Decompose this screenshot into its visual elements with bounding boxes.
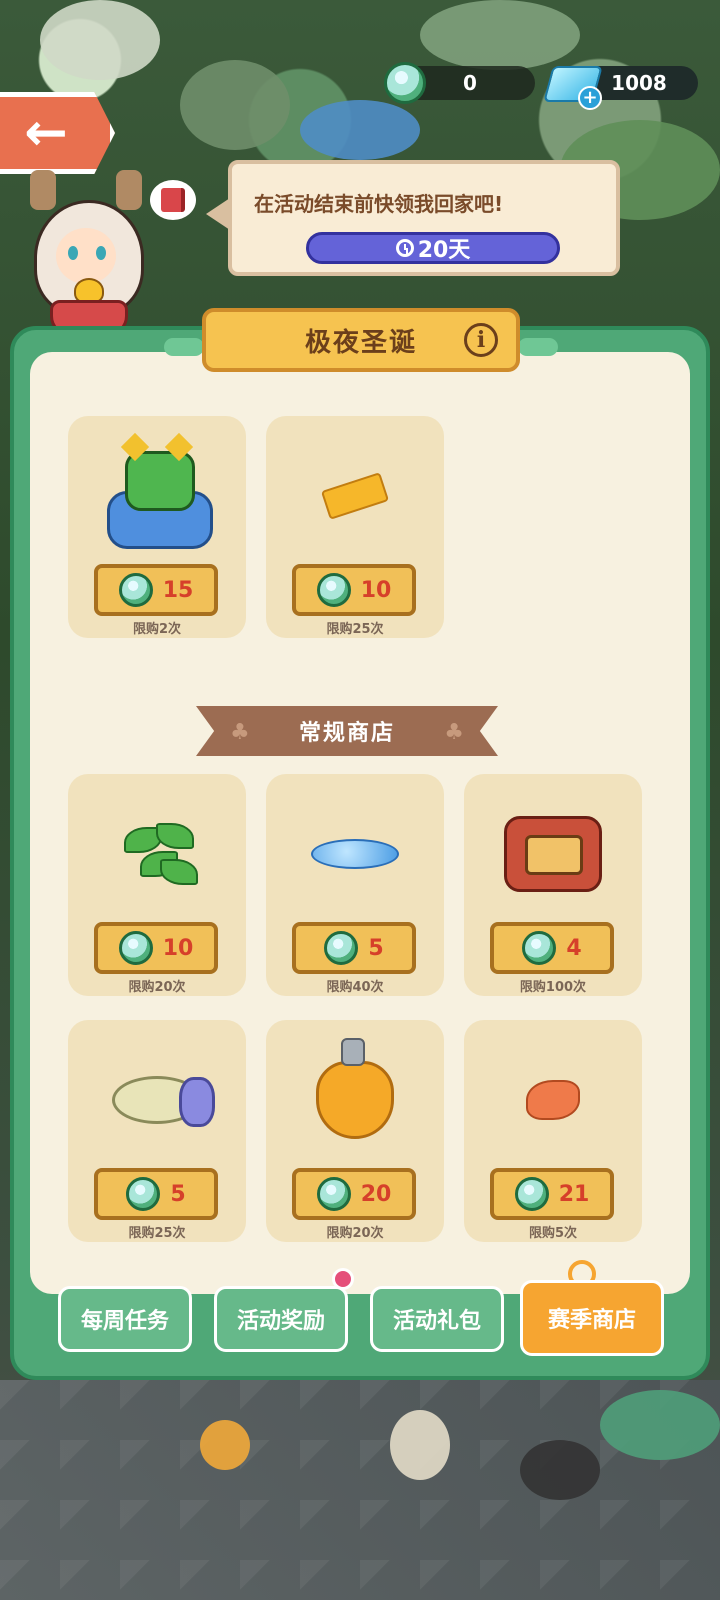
purchase-limit: 限购25次 bbox=[128, 1226, 186, 1241]
ticket-icon bbox=[320, 472, 390, 520]
title-plate-wing bbox=[164, 338, 204, 356]
seed-currency-icon bbox=[316, 1177, 351, 1211]
item-art bbox=[464, 1040, 642, 1160]
shop-item-windup-duck[interactable]: 20 限购20次 bbox=[266, 1020, 444, 1242]
tab-weekly-tasks[interactable]: 每周任务 bbox=[58, 1286, 192, 1352]
item-art bbox=[68, 1040, 246, 1160]
event-timer: 20天 bbox=[306, 232, 560, 264]
item-price: 15 bbox=[162, 577, 194, 603]
bg-fountain bbox=[600, 1390, 720, 1460]
bg-sheep bbox=[390, 1410, 450, 1480]
tab-event-rewards[interactable]: 活动奖励 bbox=[214, 1286, 348, 1352]
seed-currency-icon bbox=[126, 1177, 161, 1211]
clock-icon bbox=[395, 239, 414, 257]
item-art bbox=[266, 794, 444, 914]
character-antler bbox=[30, 170, 56, 210]
buy-button[interactable]: 10 bbox=[94, 922, 218, 974]
seed-currency-icon bbox=[324, 931, 359, 965]
seed-currency-icon bbox=[384, 62, 426, 104]
shop-item-leaf-plant[interactable]: 10 限购20次 bbox=[68, 774, 246, 996]
tab-event-packs[interactable]: 活动礼包 bbox=[370, 1286, 504, 1352]
gem-count: 1008 bbox=[611, 71, 667, 95]
character-eye bbox=[68, 246, 78, 260]
shop-item-water-puddle[interactable]: 5 限购40次 bbox=[266, 774, 444, 996]
panel-title-plate: 极夜圣诞 i bbox=[202, 308, 520, 372]
item-art bbox=[266, 1038, 444, 1160]
info-icon[interactable]: i bbox=[464, 323, 498, 357]
event-character[interactable] bbox=[20, 160, 150, 336]
item-price: 10 bbox=[162, 935, 194, 961]
bg-tree bbox=[40, 0, 160, 80]
shop-item-radio[interactable]: 4 限购100次 bbox=[464, 774, 642, 996]
buy-button[interactable]: 5 bbox=[94, 1168, 218, 1220]
fish-snack-icon bbox=[526, 1080, 580, 1120]
book-icon[interactable] bbox=[150, 180, 196, 220]
character-eye bbox=[96, 246, 106, 260]
title-plate-wing bbox=[518, 338, 558, 356]
club-icon: ♣ bbox=[444, 720, 464, 745]
cream-jar-icon bbox=[112, 1076, 215, 1127]
buy-button[interactable]: 15 bbox=[94, 564, 218, 616]
speech-text: 在活动结束前快领我回家吧! bbox=[254, 192, 504, 216]
tab-label: 活动奖励 bbox=[236, 1309, 325, 1334]
tab-label: 每周任务 bbox=[80, 1309, 169, 1334]
item-price: 20 bbox=[360, 1181, 392, 1207]
buy-button[interactable]: 10 bbox=[292, 564, 416, 616]
regular-shop-title: 常规商店 bbox=[298, 721, 395, 746]
item-price: 10 bbox=[360, 577, 392, 603]
shop-item-cream-jar[interactable]: 5 限购25次 bbox=[68, 1020, 246, 1242]
speech-bubble: 在活动结束前快领我回家吧! 20天 bbox=[206, 160, 620, 276]
purchase-limit: 限购25次 bbox=[326, 622, 384, 637]
tab-label: 活动礼包 bbox=[392, 1309, 481, 1334]
shop-item-fish-snack[interactable]: 21 限购5次 bbox=[464, 1020, 642, 1242]
tab-label: 赛季商店 bbox=[547, 1308, 636, 1333]
leaf-plant-icon bbox=[120, 817, 198, 891]
tab-season-shop[interactable]: 赛季商店 bbox=[520, 1280, 664, 1356]
water-puddle-icon bbox=[311, 839, 399, 869]
seed-currency-icon bbox=[522, 931, 557, 965]
shop-item-ticket[interactable]: 10 限购25次 bbox=[266, 416, 444, 638]
add-gems-button[interactable]: + bbox=[578, 86, 602, 110]
buy-button[interactable]: 5 bbox=[292, 922, 416, 974]
purchase-limit: 限购20次 bbox=[128, 980, 186, 995]
item-art bbox=[68, 432, 246, 556]
seed-currency-icon bbox=[118, 931, 153, 965]
item-art bbox=[68, 794, 246, 914]
item-price: 5 bbox=[170, 1181, 186, 1207]
seed-currency-icon bbox=[514, 1177, 549, 1211]
character-face bbox=[56, 228, 116, 284]
bg-bush bbox=[180, 60, 290, 150]
club-icon: ♣ bbox=[230, 720, 250, 745]
character-antler bbox=[116, 170, 142, 210]
purchase-limit: 限购40次 bbox=[326, 980, 384, 995]
purchase-limit: 限购20次 bbox=[326, 1226, 384, 1241]
item-price: 5 bbox=[368, 935, 384, 961]
radio-icon bbox=[504, 816, 602, 892]
windup-duck-icon bbox=[316, 1038, 394, 1139]
item-art bbox=[464, 794, 642, 914]
shop-item-robot-pillow[interactable]: 15 限购2次 bbox=[68, 416, 246, 638]
purchase-limit: 限购2次 bbox=[132, 622, 182, 637]
purchase-limit: 限购100次 bbox=[519, 980, 587, 995]
purchase-limit: 限购5次 bbox=[528, 1226, 578, 1241]
seed-currency-icon bbox=[118, 573, 153, 607]
back-arrow-icon: ← bbox=[24, 103, 68, 163]
bg-chair bbox=[200, 1420, 250, 1470]
bg-sign bbox=[520, 1440, 600, 1500]
item-art bbox=[266, 436, 444, 556]
timer-text: 20天 bbox=[417, 238, 471, 263]
bg-pond bbox=[300, 100, 420, 160]
seed-currency-icon bbox=[316, 573, 351, 607]
robot-pillow-icon bbox=[107, 432, 213, 549]
buy-button[interactable]: 21 bbox=[490, 1168, 614, 1220]
buy-button[interactable]: 20 bbox=[292, 1168, 416, 1220]
item-price: 4 bbox=[566, 935, 582, 961]
seed-count: 0 bbox=[463, 71, 477, 95]
bg-bush bbox=[420, 0, 580, 70]
item-price: 21 bbox=[558, 1181, 590, 1207]
buy-button[interactable]: 4 bbox=[490, 922, 614, 974]
regular-shop-header: ♣ 常规商店 ♣ bbox=[196, 706, 498, 756]
panel-title: 极夜圣诞 bbox=[304, 327, 417, 358]
